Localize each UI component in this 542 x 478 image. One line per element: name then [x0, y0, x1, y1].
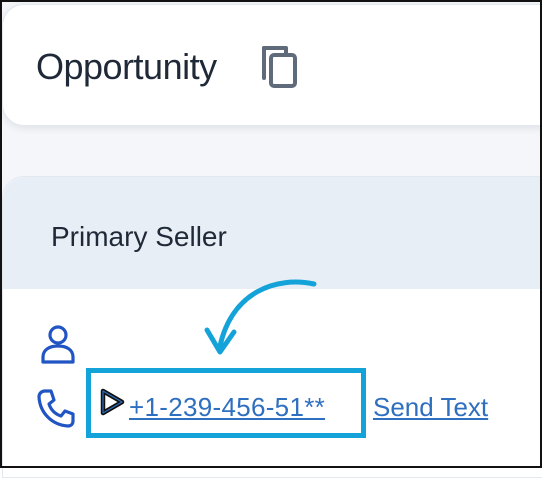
page-title: Opportunity	[36, 46, 217, 87]
person-icon	[41, 325, 75, 364]
section-title: Primary Seller	[51, 221, 227, 252]
phone-icon[interactable]	[36, 388, 76, 428]
play-icon[interactable]	[97, 387, 127, 417]
phone-number-link[interactable]: +1-239-456-51**	[129, 392, 325, 423]
copy-icon[interactable]	[260, 44, 300, 90]
section-header: Primary Seller	[3, 177, 542, 289]
send-text-link[interactable]: Send Text	[373, 392, 488, 423]
annotation-arrow	[204, 279, 317, 355]
